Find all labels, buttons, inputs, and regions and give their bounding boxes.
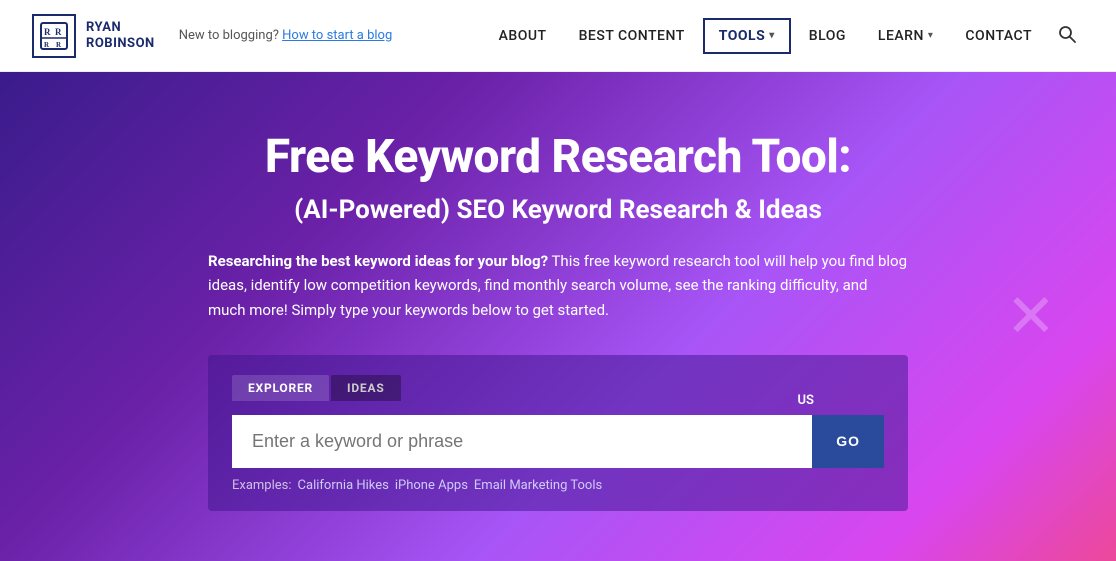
logo-text: RYAN ROBINSON (86, 20, 155, 51)
learn-chevron-icon: ▾ (928, 30, 934, 41)
decorative-cross: ✕ (1006, 281, 1056, 352)
svg-text:R: R (44, 27, 51, 37)
hero-content: Free Keyword Research Tool: (AI-Powered)… (208, 132, 908, 511)
hero-description: Researching the best keyword ideas for y… (208, 249, 908, 323)
tools-chevron-icon: ▾ (769, 30, 775, 41)
search-examples: Examples: California Hikes iPhone Apps E… (232, 478, 884, 493)
nav-item-contact[interactable]: CONTACT (951, 20, 1046, 52)
logo-area[interactable]: R R R R RYAN ROBINSON (32, 14, 155, 58)
hero-section: Free Keyword Research Tool: (AI-Powered)… (0, 72, 1116, 561)
keyword-search-tool: EXPLORER IDEAS US GO Examples: Californi… (208, 355, 908, 511)
keyword-search-input[interactable] (232, 415, 812, 468)
header-tagline: New to blogging? How to start a blog (179, 28, 393, 43)
hero-desc-bold: Researching the best keyword ideas for y… (208, 252, 548, 270)
search-tabs: EXPLORER IDEAS (232, 375, 884, 401)
country-badge: US (798, 393, 814, 408)
blog-start-link[interactable]: How to start a blog (282, 28, 392, 43)
svg-text:R: R (56, 41, 62, 49)
hero-title: Free Keyword Research Tool: (208, 132, 908, 183)
tab-explorer[interactable]: EXPLORER (232, 375, 329, 401)
site-header: R R R R RYAN ROBINSON New to blogging? H… (0, 0, 1116, 72)
search-icon-button[interactable] (1050, 17, 1084, 55)
main-nav: ABOUT BEST CONTENT TOOLS ▾ BLOG LEARN ▾ … (485, 17, 1084, 55)
examples-label: Examples: (232, 478, 292, 493)
svg-text:R: R (55, 27, 62, 37)
search-go-button[interactable]: GO (812, 415, 884, 468)
nav-item-blog[interactable]: BLOG (795, 20, 860, 52)
tab-ideas[interactable]: IDEAS (331, 375, 401, 401)
hero-subtitle: (AI-Powered) SEO Keyword Research & Idea… (208, 195, 908, 225)
svg-text:R: R (44, 41, 50, 49)
example-email-marketing-tools[interactable]: Email Marketing Tools (474, 478, 602, 493)
nav-item-learn[interactable]: LEARN ▾ (864, 20, 948, 52)
search-row: US GO (232, 415, 884, 468)
example-california-hikes[interactable]: California Hikes (298, 478, 389, 493)
nav-item-best-content[interactable]: BEST CONTENT (565, 20, 699, 52)
nav-item-tools[interactable]: TOOLS ▾ (703, 18, 791, 54)
logo-box: R R R R (32, 14, 76, 58)
example-iphone-apps[interactable]: iPhone Apps (395, 478, 468, 493)
nav-item-about[interactable]: ABOUT (485, 20, 561, 52)
